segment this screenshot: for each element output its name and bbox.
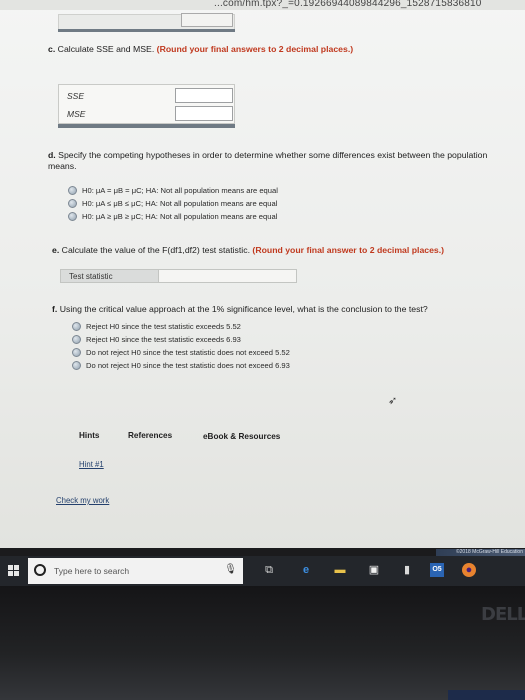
part-e-note: (Round your final answer to 2 decimal pl… — [252, 245, 445, 255]
taskbar-search[interactable]: Type here to search 🎙 — [28, 558, 243, 584]
part-c-text: Calculate SSE and MSE. — [57, 44, 155, 54]
url-bar[interactable]: ...com/hm.tpx?_=0.19266944089844296_1528… — [0, 0, 525, 10]
browser-page: ...com/hm.tpx?_=0.19266944089844296_1528… — [0, 0, 525, 548]
tab-ebook-resources[interactable]: eBook & Resources — [203, 432, 280, 441]
test-statistic-row: Test statistic — [60, 269, 297, 283]
radio-button[interactable] — [68, 199, 77, 208]
part-c-note: (Round your final answers to 2 decimal p… — [156, 44, 354, 54]
windows-taskbar: Type here to search 🎙 ⧉ e ▬ ▣ ▮ O5 ● — [0, 556, 525, 586]
mse-label: MSE — [67, 109, 86, 119]
option-label: Do not reject H0 since the test statisti… — [86, 348, 290, 357]
part-f-letter: f. — [52, 304, 58, 314]
option-label: H0: μA ≥ μB ≥ μC; HA: Not all population… — [82, 212, 278, 221]
search-placeholder: Type here to search — [54, 566, 130, 576]
document-icon[interactable]: ▮ — [400, 563, 414, 577]
part-c-letter: c. — [48, 44, 56, 54]
file-explorer-icon[interactable]: ▬ — [333, 563, 347, 577]
option-label: H0: μA ≤ μB ≤ μC; HA: Not all population… — [82, 199, 278, 208]
dell-logo: DELL — [481, 604, 525, 625]
radio-button[interactable] — [72, 335, 81, 344]
mse-input[interactable] — [175, 106, 233, 121]
sse-mse-table: SSE MSE — [58, 84, 235, 124]
part-c-question: c. Calculate SSE and MSE. (Round your fi… — [48, 44, 353, 55]
option-label: Reject H0 since the test statistic excee… — [86, 322, 241, 331]
test-statistic-input[interactable] — [158, 270, 296, 282]
part-f-question: f. Using the critical value approach at … — [52, 304, 517, 315]
radio-button[interactable] — [72, 348, 81, 357]
radio-button[interactable] — [72, 361, 81, 370]
part-d-letter: d. — [48, 150, 56, 160]
previous-answer-box — [58, 13, 235, 30]
firefox-icon[interactable]: ● — [462, 563, 476, 577]
test-statistic-label: Test statistic — [69, 272, 113, 281]
table-divider — [58, 124, 235, 128]
option-label: H0: μA = μB = μC; HA: Not all population… — [82, 186, 278, 195]
tab-hints[interactable]: Hints — [79, 431, 99, 440]
part-e-text: Calculate the value of the F(df1,df2) te… — [61, 245, 250, 255]
check-my-work-link[interactable]: Check my work — [56, 496, 109, 505]
radio-button[interactable] — [72, 322, 81, 331]
option-label: Do not reject H0 since the test statisti… — [86, 361, 290, 370]
radio-button[interactable] — [68, 186, 77, 195]
mouse-cursor-icon: ➶ — [388, 395, 398, 407]
sse-row: SSE — [59, 86, 234, 105]
part-f-text: Using the critical value approach at the… — [59, 304, 428, 314]
sse-input[interactable] — [175, 88, 233, 103]
previous-divider — [58, 29, 235, 32]
hint-1-link[interactable]: Hint #1 — [79, 460, 104, 469]
option-label: Reject H0 since the test statistic excee… — [86, 335, 241, 344]
mse-row: MSE — [59, 104, 234, 123]
previous-answer-input[interactable] — [181, 13, 233, 27]
part-d-text: Specify the competing hypotheses in orde… — [48, 150, 488, 171]
part-d-question: d. Specify the competing hypotheses in o… — [48, 150, 506, 172]
copyright-strip: ©2018 McGraw-Hill Education — [436, 549, 525, 556]
radio-button[interactable] — [68, 212, 77, 221]
task-view-icon[interactable]: ⧉ — [262, 563, 276, 577]
store-icon[interactable]: ▣ — [367, 563, 381, 577]
bezel-sticker — [448, 690, 525, 700]
url-text: ...com/hm.tpx?_=0.19266944089844296_1528… — [214, 0, 482, 9]
monitor-bezel — [0, 586, 525, 700]
tab-references[interactable]: References — [128, 431, 172, 440]
part-e-question: e. Calculate the value of the F(df1,df2)… — [52, 245, 512, 256]
search-icon — [34, 564, 46, 576]
office-icon[interactable]: O5 — [430, 563, 444, 577]
sse-label: SSE — [67, 91, 85, 101]
mic-icon[interactable]: 🎙 — [224, 564, 237, 575]
edge-icon[interactable]: e — [299, 563, 313, 577]
windows-icon[interactable] — [8, 565, 20, 577]
part-e-letter: e. — [52, 245, 60, 255]
